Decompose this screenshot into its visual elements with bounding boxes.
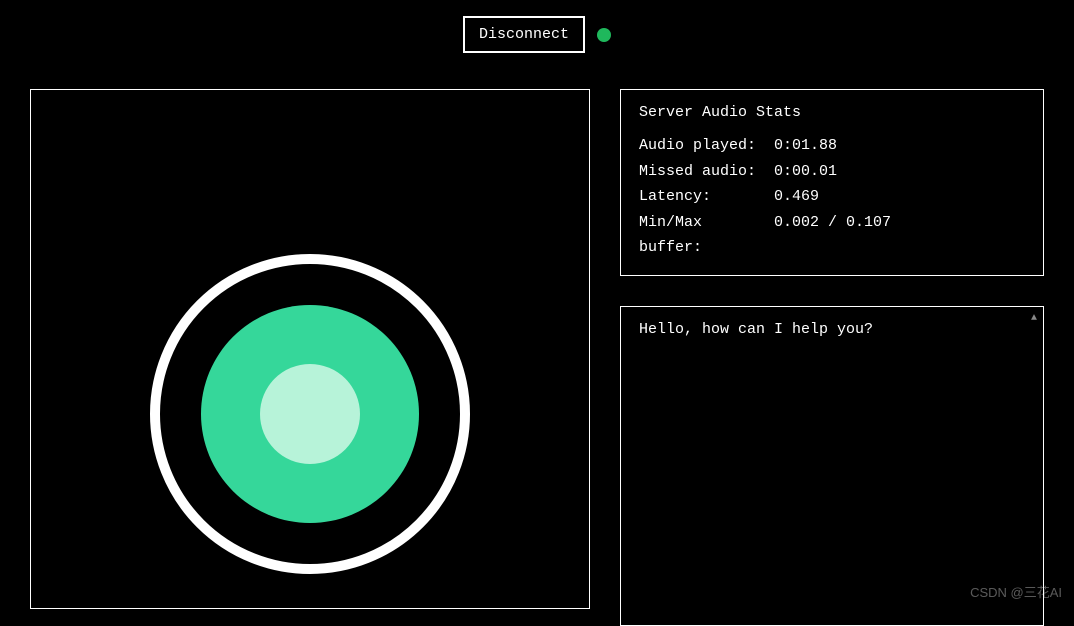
audio-visualizer <box>150 254 470 574</box>
stats-label: Min/Max buffer: <box>639 210 774 261</box>
stats-value: 0:01.88 <box>774 133 1025 159</box>
header-bar: Disconnect <box>0 0 1074 69</box>
disconnect-button[interactable]: Disconnect <box>463 16 585 53</box>
stats-label: Audio played: <box>639 133 774 159</box>
stats-row-missed-audio: Missed audio: 0:00.01 <box>639 159 1025 185</box>
scroll-up-icon: ▲ <box>1031 313 1037 324</box>
connection-status-icon <box>597 28 611 42</box>
stats-row-latency: Latency: 0.469 <box>639 184 1025 210</box>
stats-panel: Server Audio Stats Audio played: 0:01.88… <box>620 89 1044 276</box>
stats-value: 0.469 <box>774 184 1025 210</box>
stats-value: 0:00.01 <box>774 159 1025 185</box>
watermark-text: CSDN @三花AI <box>970 582 1062 601</box>
stats-title: Server Audio Stats <box>639 104 1025 121</box>
audio-visualizer-panel <box>30 89 590 609</box>
stats-row-buffer: Min/Max buffer: 0.002 / 0.107 <box>639 210 1025 261</box>
transcript-text: Hello, how can I help you? <box>639 321 1025 338</box>
stats-row-audio-played: Audio played: 0:01.88 <box>639 133 1025 159</box>
right-column: Server Audio Stats Audio played: 0:01.88… <box>620 89 1044 626</box>
visualizer-inner-circle <box>260 364 360 464</box>
stats-label: Latency: <box>639 184 774 210</box>
transcript-panel[interactable]: ▲ Hello, how can I help you? <box>620 306 1044 626</box>
stats-value: 0.002 / 0.107 <box>774 210 1025 261</box>
stats-label: Missed audio: <box>639 159 774 185</box>
main-content: Server Audio Stats Audio played: 0:01.88… <box>0 69 1074 626</box>
